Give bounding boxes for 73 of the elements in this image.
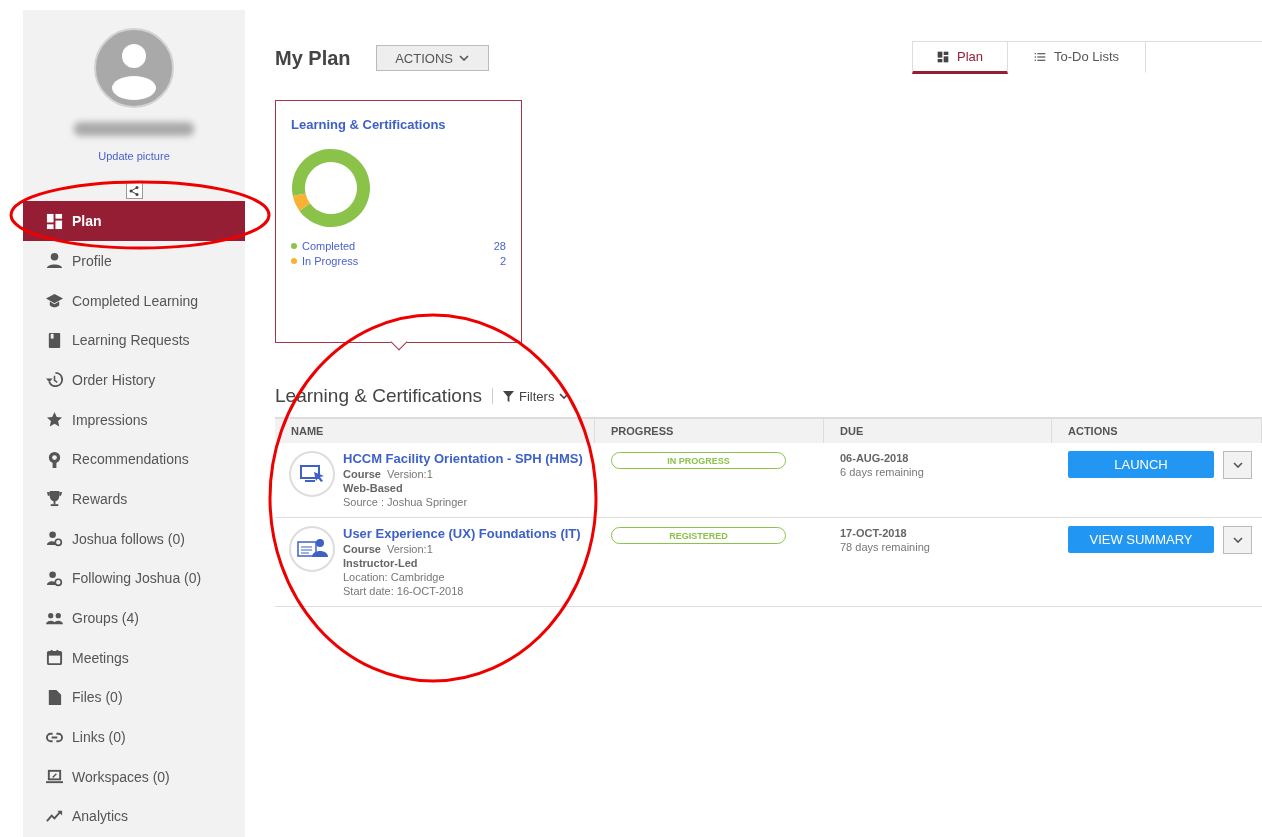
person-follow-icon xyxy=(46,569,63,587)
page-title: My Plan xyxy=(275,46,351,70)
computer-cursor-icon xyxy=(289,451,335,497)
sidebar-item[interactable]: Joshua follows (0) xyxy=(23,518,245,559)
chevron-down-icon xyxy=(1232,462,1243,468)
days-remaining: 6 days remaining xyxy=(840,465,925,479)
file-icon xyxy=(46,688,63,706)
update-picture-link[interactable]: Update picture xyxy=(98,150,170,162)
sidebar-item[interactable]: Analytics xyxy=(23,796,245,837)
legend-count: 28 xyxy=(493,240,506,252)
sidebar-item[interactable]: Impressions xyxy=(23,399,245,440)
chevron-down-icon xyxy=(1232,537,1243,543)
avatar-icon xyxy=(94,28,174,108)
course-version: Version:1 xyxy=(386,542,433,556)
history-icon xyxy=(46,371,63,389)
share-icon xyxy=(128,184,140,197)
sidebar-item[interactable]: Rewards xyxy=(23,479,245,519)
calendar-icon xyxy=(46,649,63,667)
filter-icon xyxy=(503,390,514,402)
sidebar-item[interactable]: Recommendations xyxy=(23,439,245,480)
column-header: DUE xyxy=(824,417,1052,443)
person-follow-icon xyxy=(46,530,63,548)
filters-button[interactable]: Filters xyxy=(503,388,570,404)
course-detail: Start date: 16-OCT-2018 xyxy=(343,584,465,598)
card-title: Learning & Certifications xyxy=(291,117,447,132)
column-header: ACTIONS xyxy=(1052,417,1262,443)
sidebar-item[interactable]: Meetings xyxy=(23,637,245,678)
sidebar-item[interactable]: Links (0) xyxy=(23,717,245,757)
due-date: 17-OCT-2018 xyxy=(840,526,908,540)
column-header: PROGRESS xyxy=(595,417,824,443)
course-detail: Source : Joshua Springer xyxy=(343,495,469,509)
more-options-button[interactable] xyxy=(1223,451,1252,479)
delivery-type: Web-Based xyxy=(343,481,404,495)
sidebar-item[interactable]: Learning Requests xyxy=(23,320,245,361)
list-icon xyxy=(1034,50,1046,63)
legend-label[interactable]: Completed xyxy=(302,240,356,252)
star-icon xyxy=(46,411,63,429)
book-icon xyxy=(46,331,63,349)
sidebar-item[interactable]: Order History xyxy=(23,360,245,400)
trophy-icon xyxy=(46,490,63,508)
legend-label[interactable]: In Progress xyxy=(302,255,359,267)
sidebar-item[interactable]: Files (0) xyxy=(23,677,245,718)
course-version: Version:1 xyxy=(386,467,433,481)
person-icon xyxy=(46,252,63,270)
course-title-link[interactable]: User Experience (UX) Foundations (IT) xyxy=(343,526,581,542)
course-title-link[interactable]: HCCM Facility Orientation - SPH (HMS) xyxy=(343,451,583,467)
dashboard-icon xyxy=(46,212,63,230)
course-type: Course xyxy=(343,467,381,481)
sidebar-item[interactable]: Following Joshua (0) xyxy=(23,558,245,599)
delivery-type: Instructor-Led xyxy=(343,556,419,570)
tab[interactable]: To-Do Lists xyxy=(1008,42,1146,74)
legend-count: 2 xyxy=(499,255,506,267)
course-type: Course xyxy=(343,542,381,556)
sidebar-item[interactable]: Plan xyxy=(23,201,245,241)
presenter-icon xyxy=(289,526,335,572)
chevron-down-icon xyxy=(458,55,469,61)
due-date: 06-AUG-2018 xyxy=(840,451,910,465)
summary-card[interactable]: Learning & Certifications Completed 28 In Progress 2 xyxy=(275,100,522,343)
column-header: NAME xyxy=(275,417,595,443)
sidebar-item[interactable]: Groups (4) xyxy=(23,598,245,638)
dashboard-icon xyxy=(937,50,949,63)
chevron-down-icon xyxy=(559,393,570,399)
graduation-cap-icon xyxy=(46,292,63,310)
tab[interactable]: Plan xyxy=(912,42,1008,74)
more-options-button[interactable] xyxy=(1223,526,1252,554)
sidebar-item[interactable]: Profile xyxy=(23,241,245,281)
actions-button[interactable]: ACTIONS xyxy=(375,45,489,71)
sidebar-item[interactable]: Workspaces (0) xyxy=(23,756,245,797)
award-icon xyxy=(46,450,63,468)
days-remaining: 78 days remaining xyxy=(840,540,931,554)
laptop-icon xyxy=(46,768,63,786)
sidebar-item[interactable]: Completed Learning xyxy=(23,280,245,321)
course-detail: Location: Cambridge xyxy=(343,570,446,584)
